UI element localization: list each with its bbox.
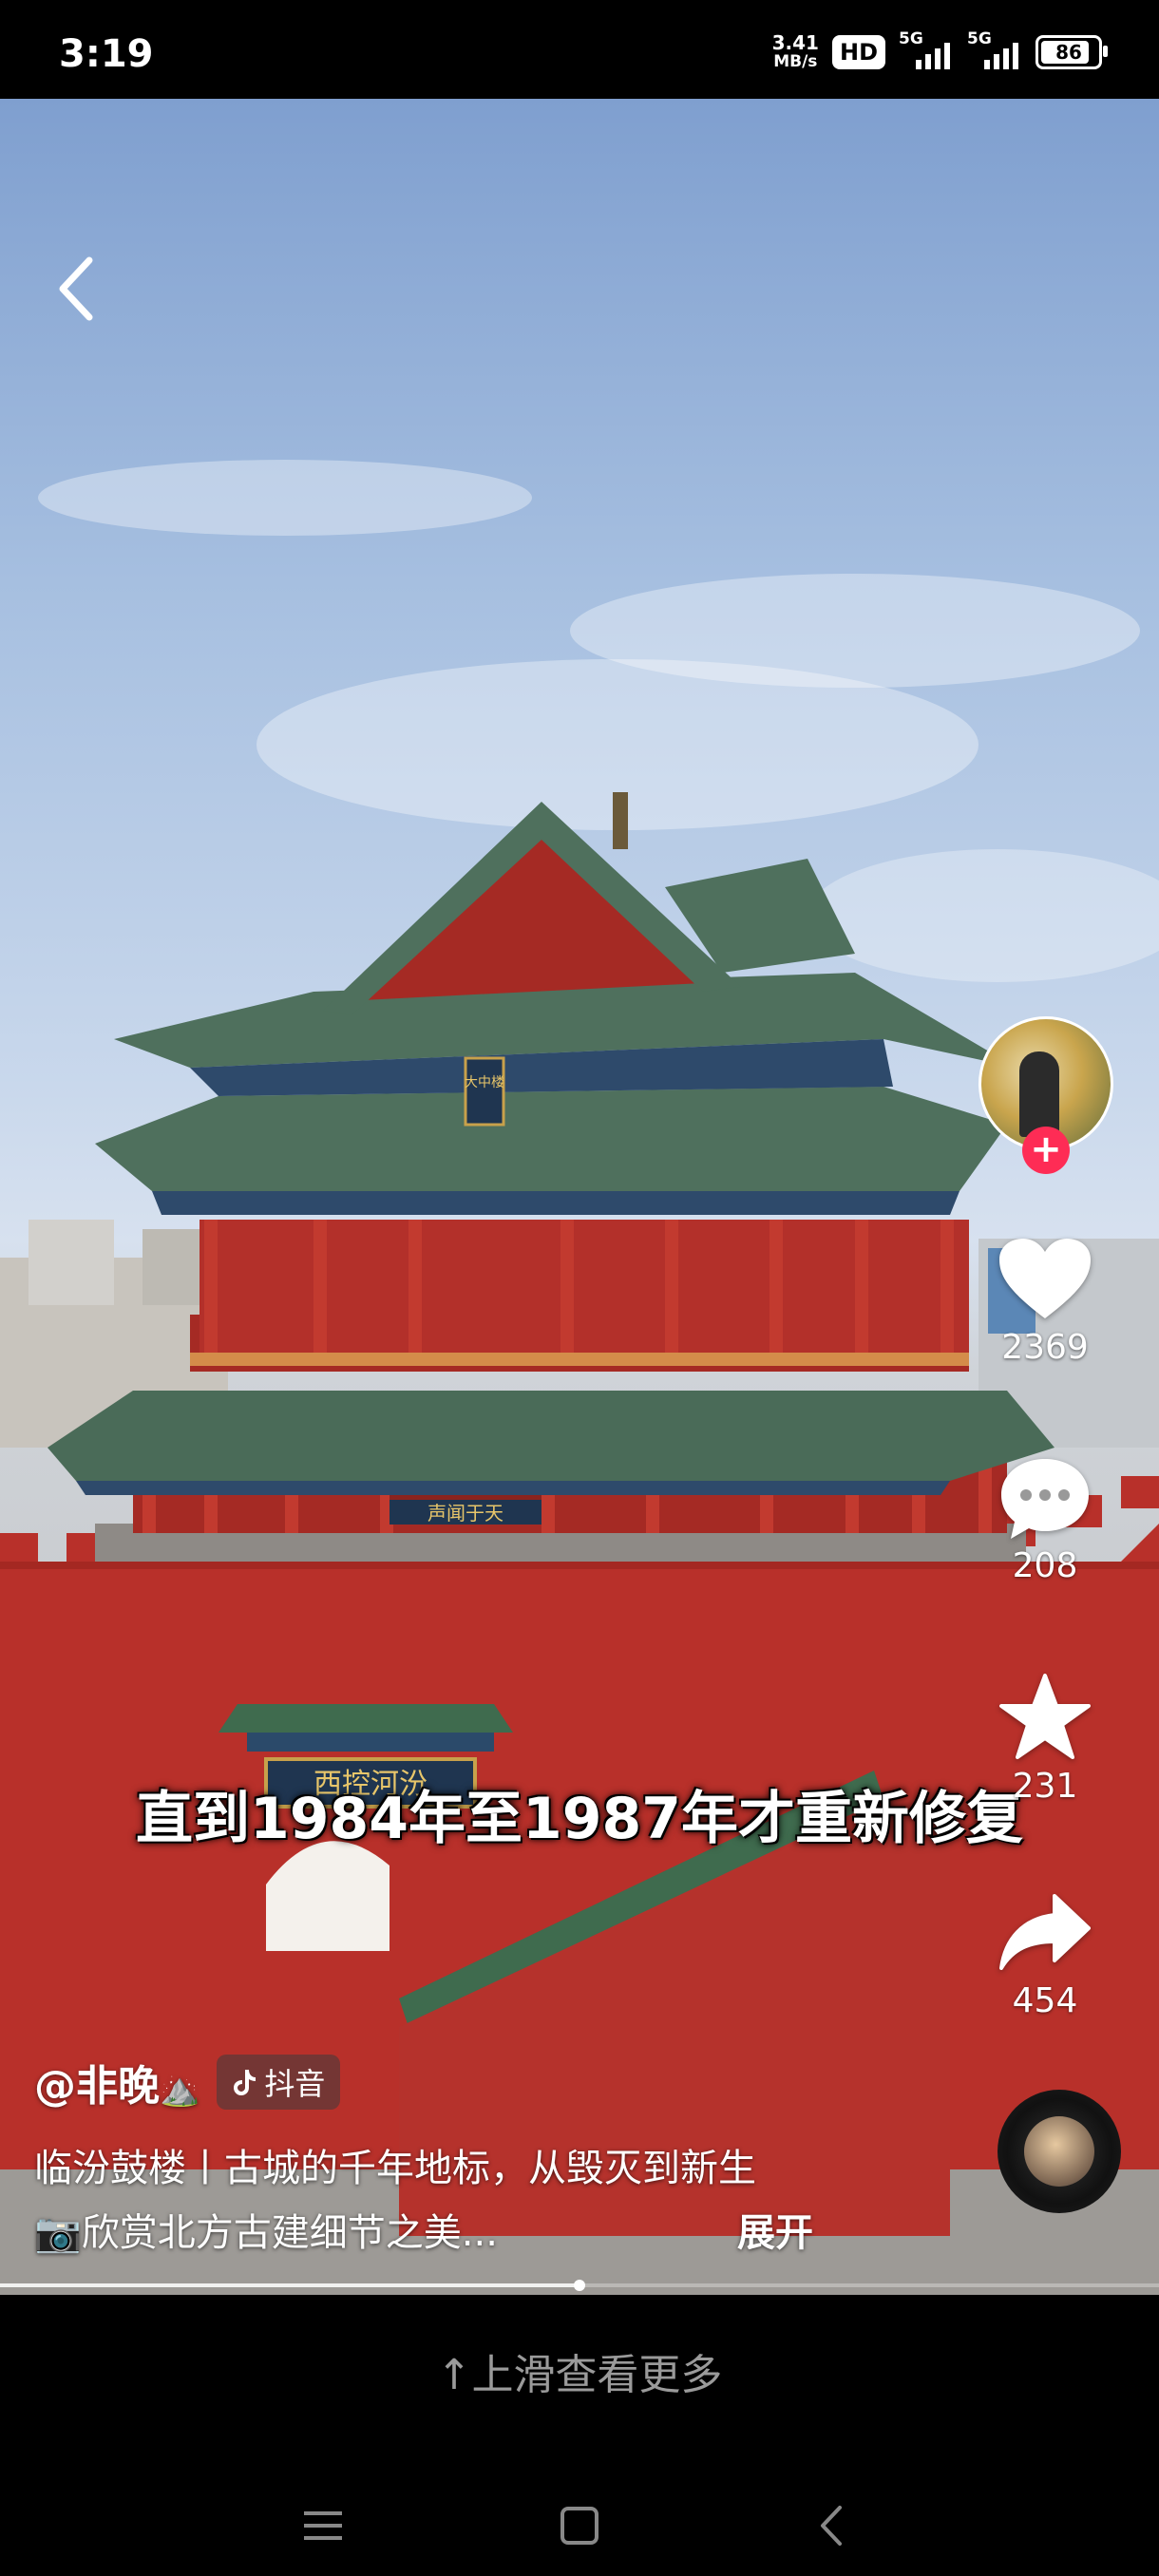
platform-tag-label: 抖音 (264, 2066, 326, 2102)
favorite-count: 231 (1012, 1767, 1078, 1806)
share-button[interactable]: 454 (960, 1890, 1130, 2020)
video-description: 📷欣赏北方古建细节之美... (34, 2211, 498, 2255)
signal-label-2: 5G (967, 29, 992, 48)
battery-level: 86 (1055, 41, 1082, 64)
network-speed-unit: MB/s (773, 52, 818, 71)
back-button[interactable] (48, 251, 104, 327)
douyin-icon (234, 2070, 256, 2095)
share-arrow-icon (999, 1894, 1091, 1970)
video-progress-bar[interactable] (0, 2280, 1159, 2291)
star-icon (999, 1674, 1091, 1759)
follow-button[interactable]: + (1022, 1127, 1070, 1174)
comment-button[interactable]: 208 (960, 1455, 1130, 1585)
douyin-tag[interactable]: 抖音 (217, 2055, 341, 2110)
signal-icon-2: 5G (967, 29, 1022, 69)
author-avatar[interactable]: + (978, 1016, 1113, 1174)
author-line: @非晚⛰️ 抖音 (34, 2052, 341, 2112)
video-progress-fill (0, 2283, 580, 2287)
chevron-left-icon (59, 256, 93, 321)
tower-plaque-text: 大中楼 (465, 1075, 504, 1090)
back-icon (821, 2506, 842, 2546)
swipe-up-hint[interactable]: ↑上滑查看更多 (0, 2340, 1159, 2401)
favorite-button[interactable]: 231 (960, 1672, 1130, 1806)
status-bar: 3:19 3.41 MB/s HD 5G 5G 86 (0, 0, 1159, 99)
swipe-hint-label: 上滑查看更多 (471, 2351, 723, 2399)
signal-label: 5G (899, 29, 923, 48)
expand-button[interactable]: 展开 (737, 2202, 813, 2257)
battery-icon: 86 (1036, 35, 1108, 69)
video-progress-handle[interactable] (574, 2280, 585, 2291)
menu-icon (304, 2511, 342, 2540)
back-nav-button[interactable] (804, 2502, 861, 2549)
comment-icon (1001, 1459, 1089, 1539)
network-speed: 3.41 MB/s (772, 33, 819, 71)
signal-icon: 5G (899, 29, 954, 69)
home-icon (560, 2507, 598, 2545)
share-count: 454 (1012, 1981, 1078, 2020)
music-cover (1024, 2116, 1094, 2187)
network-speed-value: 3.41 (771, 31, 819, 54)
home-button[interactable] (551, 2502, 608, 2549)
like-button[interactable]: 2369 (960, 1237, 1130, 1367)
status-icons: 3.41 MB/s HD 5G 5G 86 (772, 28, 1108, 76)
system-nav-bar (0, 2470, 1159, 2576)
hd-icon: HD (831, 35, 885, 69)
menu-button[interactable] (294, 2502, 352, 2549)
like-count: 2369 (1001, 1328, 1089, 1367)
author-name[interactable]: @非晚⛰️ (34, 2052, 200, 2112)
music-disc[interactable] (998, 2090, 1121, 2213)
video-title: 临汾鼓楼丨古城的千年地标，从毁灭到新生 (34, 2147, 756, 2190)
hall-plaque-text: 声闻于天 (428, 1502, 504, 1525)
status-time: 3:19 (59, 32, 154, 76)
arrow-up-icon: ↑ (436, 2351, 472, 2399)
comment-count: 208 (1012, 1546, 1078, 1585)
heart-icon (999, 1239, 1091, 1318)
